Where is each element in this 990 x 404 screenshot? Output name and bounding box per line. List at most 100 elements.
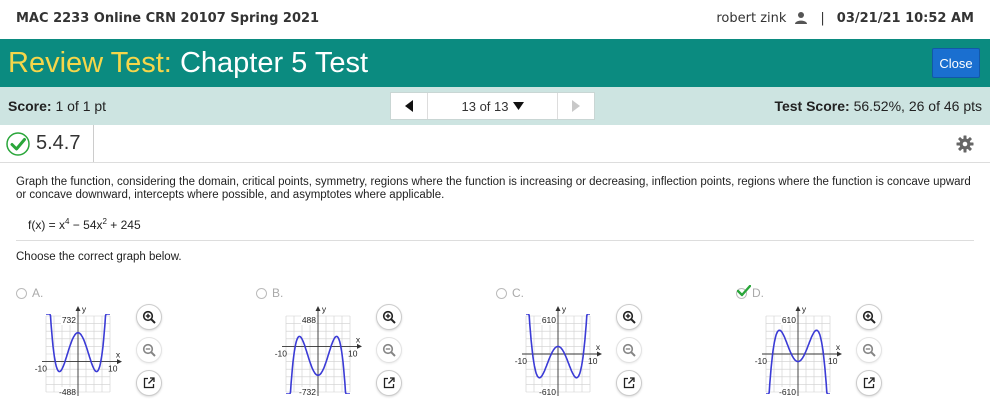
- x-max-label: 10: [588, 356, 598, 366]
- course-name: MAC 2233 Online CRN 20107 Spring 2021: [16, 10, 320, 26]
- option-radio[interactable]: [16, 287, 27, 299]
- answer-option-d[interactable]: D. 610 -610 -10 10 x y: [736, 284, 936, 404]
- answer-option-b[interactable]: B. 488 -732 -10 10 x y: [256, 286, 456, 404]
- option-letter: A.: [32, 286, 44, 300]
- option-radio-row[interactable]: C.: [496, 286, 696, 300]
- option-radio[interactable]: [256, 287, 267, 299]
- y-min-label: -610: [539, 387, 556, 397]
- zoom-out-button[interactable]: [616, 337, 642, 363]
- zoom-out-icon: [862, 343, 876, 357]
- option-letter: D.: [752, 286, 764, 300]
- y-min-label: -488: [59, 387, 76, 397]
- question-header: 5.4.7: [0, 125, 990, 163]
- option-graph-container: 732 -488 -10 10 x y: [26, 302, 136, 404]
- zoom-out-button[interactable]: [856, 337, 882, 363]
- option-graph: 610 -610 -10 10 x y: [515, 304, 602, 397]
- page-title: Review Test: Chapter 5 Test: [8, 47, 368, 80]
- question-id-box: 5.4.7: [0, 125, 94, 162]
- y-max-label: 610: [542, 315, 556, 325]
- question-score: Score: 1 of 1 pt: [8, 98, 398, 114]
- divider: [16, 240, 974, 241]
- y-axis-arrow: [75, 306, 81, 311]
- x-min-label: -10: [755, 356, 768, 366]
- x-axis-arrow: [357, 343, 362, 349]
- x-axis-label: x: [836, 342, 841, 352]
- option-radio-row[interactable]: A.: [16, 286, 216, 300]
- option-letter: C.: [512, 286, 524, 300]
- datetime: 03/21/21 10:52 AM: [836, 10, 974, 26]
- option-radio-row[interactable]: B.: [256, 286, 456, 300]
- zoom-out-icon: [382, 343, 396, 357]
- graph-tools: [616, 304, 642, 403]
- x-min-label: -10: [515, 356, 528, 366]
- choose-instruction: Choose the correct graph below.: [16, 251, 182, 263]
- test-score-value: 56.52%, 26 of 46 pts: [853, 98, 982, 114]
- popout-button[interactable]: [616, 370, 642, 396]
- answer-option-a[interactable]: A. 732 -488 -10 10 x y: [16, 286, 216, 404]
- option-graph: 610 -610 -10 10 x y: [755, 304, 842, 397]
- popout-icon: [383, 377, 395, 389]
- title-bar: Review Test: Chapter 5 Test Close: [0, 39, 990, 87]
- next-question-button[interactable]: [558, 93, 594, 119]
- y-axis-label: y: [802, 304, 807, 314]
- x-min-label: -10: [35, 364, 48, 374]
- score-value: 1 of 1 pt: [55, 98, 107, 114]
- zoom-out-icon: [622, 343, 636, 357]
- score-label: Score:: [8, 98, 52, 114]
- function-mid: − 54x: [69, 218, 103, 232]
- y-min-label: -732: [299, 387, 316, 397]
- zoom-out-button[interactable]: [136, 337, 162, 363]
- y-axis-arrow: [795, 306, 801, 311]
- selected-check-icon: [737, 284, 751, 296]
- user-icon: [795, 12, 808, 24]
- zoom-out-button[interactable]: [376, 337, 402, 363]
- popout-icon: [143, 377, 155, 389]
- prev-question-button[interactable]: [391, 93, 427, 119]
- y-min-label: -610: [779, 387, 796, 397]
- zoom-in-icon: [382, 310, 396, 324]
- x-max-label: 10: [348, 348, 358, 358]
- x-axis-label: x: [356, 334, 361, 344]
- x-min-label: -10: [275, 348, 288, 358]
- x-max-label: 10: [828, 356, 838, 366]
- test-score: Test Score: 56.52%, 26 of 46 pts: [774, 98, 982, 114]
- dropdown-icon: [512, 102, 524, 110]
- option-radio[interactable]: [736, 284, 751, 299]
- answer-option-c[interactable]: C. 610 -610 -10 10 x y: [496, 286, 696, 404]
- x-max-label: 10: [108, 364, 118, 374]
- zoom-in-button[interactable]: [616, 304, 642, 330]
- popout-button[interactable]: [136, 370, 162, 396]
- popout-button[interactable]: [376, 370, 402, 396]
- option-graph-container: 610 -610 -10 10 x y: [746, 302, 856, 404]
- y-axis-label: y: [82, 304, 87, 314]
- user-name: robert zink: [716, 10, 787, 26]
- option-radio[interactable]: [496, 287, 507, 299]
- zoom-in-icon: [622, 310, 636, 324]
- zoom-in-button[interactable]: [856, 304, 882, 330]
- question-content: Graph the function, considering the doma…: [16, 176, 976, 232]
- question-navigator: 13 of 13: [390, 92, 595, 120]
- x-axis-label: x: [596, 342, 601, 352]
- option-radio-row[interactable]: D.: [736, 284, 936, 300]
- gear-icon[interactable]: [956, 135, 974, 153]
- x-axis-arrow: [117, 359, 122, 365]
- graph-tools: [376, 304, 402, 403]
- zoom-in-button[interactable]: [376, 304, 402, 330]
- question-position: 13 of 13: [461, 98, 509, 114]
- option-graph-container: 488 -732 -10 10 x y: [266, 302, 376, 404]
- close-button[interactable]: Close: [932, 48, 980, 78]
- option-letter: B.: [272, 286, 284, 300]
- graph-tools: [856, 304, 882, 403]
- option-graph: 488 -732 -10 10 x y: [275, 304, 362, 397]
- popout-icon: [623, 377, 635, 389]
- zoom-in-button[interactable]: [136, 304, 162, 330]
- option-graph: 732 -488 -10 10 x y: [35, 304, 122, 397]
- zoom-out-icon: [142, 343, 156, 357]
- question-select[interactable]: 13 of 13: [427, 93, 558, 119]
- y-max-label: 488: [302, 315, 316, 325]
- x-axis-label: x: [116, 350, 121, 360]
- popout-icon: [863, 377, 875, 389]
- y-max-label: 732: [62, 315, 76, 325]
- popout-button[interactable]: [856, 370, 882, 396]
- title-text: Chapter 5 Test: [179, 46, 369, 79]
